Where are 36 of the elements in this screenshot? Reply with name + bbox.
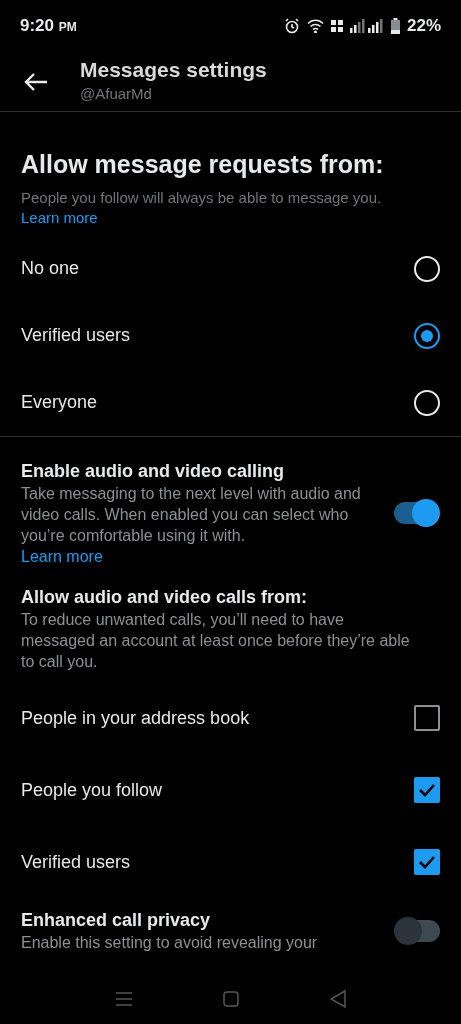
setting-title: Enhanced call privacy (21, 909, 212, 932)
radio-option[interactable]: Verified users (0, 302, 461, 369)
volte-icon (330, 19, 343, 33)
learn-more-link[interactable]: Learn more (21, 546, 103, 567)
toggle-switch[interactable] (394, 499, 440, 527)
check-icon (418, 855, 436, 869)
battery-icon (390, 18, 400, 34)
checkbox[interactable] (414, 777, 440, 803)
setting-description: Take messaging to the next level with audio and video calls. When enabled you can select who you’re comfortable using it with. (21, 484, 362, 546)
back-icon[interactable] (329, 990, 346, 1008)
radio-button[interactable] (414, 322, 440, 349)
checkbox[interactable] (414, 705, 440, 731)
checkbox-option[interactable]: People you follow (0, 754, 461, 826)
setting-description: To reduce unwanted calls, you’ll need to have messaged an account at least once before they’re able to call you. (21, 610, 411, 672)
setting-description: Enable this setting to avoid revealing your (21, 933, 319, 953)
section-description: People you follow will always be able to message you. (21, 188, 383, 208)
username: @AfuarMd (80, 84, 153, 105)
alarm-icon (283, 18, 300, 34)
radio-option[interactable]: No one (0, 235, 461, 302)
checkbox-option[interactable]: People in your address book (0, 682, 461, 754)
section-title: Allow message requests from: (21, 149, 385, 180)
page-title: Messages settings (80, 57, 267, 84)
setting-title: Allow audio and video calls from: (21, 586, 309, 609)
back-arrow-icon[interactable] (24, 71, 48, 92)
learn-more-link[interactable]: Learn more (21, 208, 98, 228)
home-icon[interactable] (222, 991, 239, 1007)
setting-title: Enable audio and video calling (21, 460, 286, 483)
signal-icon (349, 19, 384, 33)
battery-percent: 22% (406, 15, 441, 38)
status-time: 9:20 PM (20, 15, 77, 38)
checkbox[interactable] (414, 849, 440, 875)
wifi-icon (306, 19, 324, 33)
checkbox-option[interactable]: Verified users (0, 826, 461, 898)
radio-option[interactable]: Everyone (0, 369, 461, 436)
toggle-switch[interactable] (394, 916, 440, 945)
check-icon (418, 783, 436, 797)
